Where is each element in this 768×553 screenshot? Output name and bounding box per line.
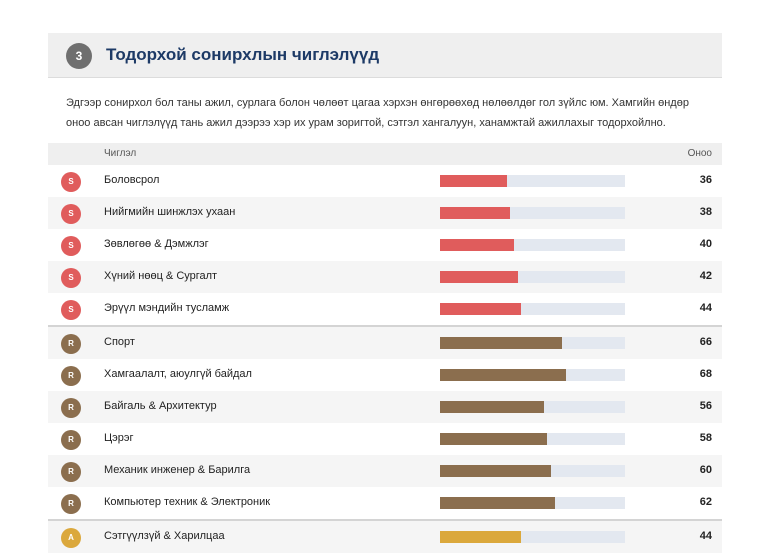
- score-value: 40: [699, 238, 712, 250]
- interest-name: Сэтгүүлзүй & Харилцаа: [104, 530, 225, 542]
- interest-name: Хамгаалалт, аюулгүй байдал: [104, 368, 252, 380]
- score-value: 66: [699, 336, 712, 348]
- category-code-badge: R: [61, 430, 81, 450]
- score-bar-track: [440, 303, 625, 315]
- score-bar-track: [440, 465, 625, 477]
- score-bar-track: [440, 369, 625, 381]
- score-bar-fill: [440, 303, 521, 315]
- score-value: 44: [699, 302, 712, 314]
- category-code-badge: S: [61, 300, 81, 320]
- category-code-badge: A: [61, 528, 81, 548]
- score-value: 58: [699, 432, 712, 444]
- category-code-badge: S: [61, 172, 81, 192]
- score-value: 42: [699, 270, 712, 282]
- score-bar-track: [440, 401, 625, 413]
- table-row: R Байгаль & Архитектур 56: [48, 391, 722, 423]
- section-number-badge: 3: [66, 43, 92, 69]
- category-code-badge: R: [61, 366, 81, 386]
- score-bar-track: [440, 271, 625, 283]
- score-value: 56: [699, 400, 712, 412]
- score-bar-fill: [440, 239, 514, 251]
- score-bar-fill: [440, 497, 555, 509]
- table-row: R Механик инженер & Барилга 60: [48, 455, 722, 487]
- score-bar-fill: [440, 465, 551, 477]
- category-code-badge: R: [61, 334, 81, 354]
- category-code-badge: R: [61, 494, 81, 514]
- table-row: R Компьютер техник & Электроник 62: [48, 487, 722, 519]
- score-bar-fill: [440, 433, 547, 445]
- table-row: R Цэрэг 58: [48, 423, 722, 455]
- section-header: 3 Тодорхой сонирхлын чиглэлүүд: [48, 33, 722, 78]
- table-header: Чиглэл Оноо: [48, 143, 722, 165]
- category-code-badge: S: [61, 268, 81, 288]
- score-bar-fill: [440, 531, 521, 543]
- score-value: 36: [699, 174, 712, 186]
- interest-name: Эрүүл мэндийн тусламж: [104, 302, 230, 314]
- score-bar-track: [440, 239, 625, 251]
- interest-table: S Боловсрол 36 S Нийгмийн шинжлэх ухаан 38 S Зө…: [48, 165, 722, 553]
- interest-name: Байгаль & Архитектур: [104, 400, 217, 412]
- score-bar-fill: [440, 207, 510, 219]
- interest-name: Цэрэг: [104, 432, 134, 444]
- score-value: 44: [699, 530, 712, 542]
- score-bar-track: [440, 337, 625, 349]
- score-bar-track: [440, 175, 625, 187]
- score-bar-fill: [440, 369, 566, 381]
- interest-name: Компьютер техник & Электроник: [104, 496, 271, 508]
- interest-name: Боловсрол: [104, 174, 160, 186]
- table-row: S Эрүүл мэндийн тусламж 44: [48, 293, 722, 325]
- category-code-badge: S: [61, 204, 81, 224]
- category-code-badge: R: [61, 462, 81, 482]
- interest-name: Спорт: [104, 336, 135, 348]
- table-row: A Сэтгүүлзүй & Харилцаа 44: [48, 519, 722, 553]
- score-bar-track: [440, 433, 625, 445]
- column-header-score: Оноо: [687, 148, 712, 159]
- section-description: Эдгээр сонирхол бол таны ажил, сурлага б…: [66, 97, 689, 129]
- interest-name: Хүний нөөц & Сургалт: [104, 270, 218, 282]
- interest-name: Зөвлөгөө & Дэмжлэг: [104, 238, 209, 250]
- category-code-badge: S: [61, 236, 81, 256]
- score-bar-fill: [440, 271, 518, 283]
- table-row: S Нийгмийн шинжлэх ухаан 38: [48, 197, 722, 229]
- table-row: S Хүний нөөц & Сургалт 42: [48, 261, 722, 293]
- table-row: R Хамгаалалт, аюулгүй байдал 68: [48, 359, 722, 391]
- score-value: 68: [699, 368, 712, 380]
- interest-name: Механик инженер & Барилга: [104, 464, 251, 476]
- category-code-badge: R: [61, 398, 81, 418]
- interest-name: Нийгмийн шинжлэх ухаан: [104, 206, 236, 218]
- score-bar-track: [440, 497, 625, 509]
- score-bar-fill: [440, 175, 507, 187]
- table-row: R Спорт 66: [48, 325, 722, 359]
- score-value: 38: [699, 206, 712, 218]
- score-value: 60: [699, 464, 712, 476]
- section-title: Тодорхой сонирхлын чиглэлүүд: [106, 45, 380, 64]
- score-bar-track: [440, 207, 625, 219]
- table-row: S Зөвлөгөө & Дэмжлэг 40: [48, 229, 722, 261]
- table-row: S Боловсрол 36: [48, 165, 722, 197]
- score-bar-track: [440, 531, 625, 543]
- score-value: 62: [699, 496, 712, 508]
- score-bar-fill: [440, 337, 562, 349]
- score-bar-fill: [440, 401, 544, 413]
- column-header-name: Чиглэл: [104, 148, 137, 159]
